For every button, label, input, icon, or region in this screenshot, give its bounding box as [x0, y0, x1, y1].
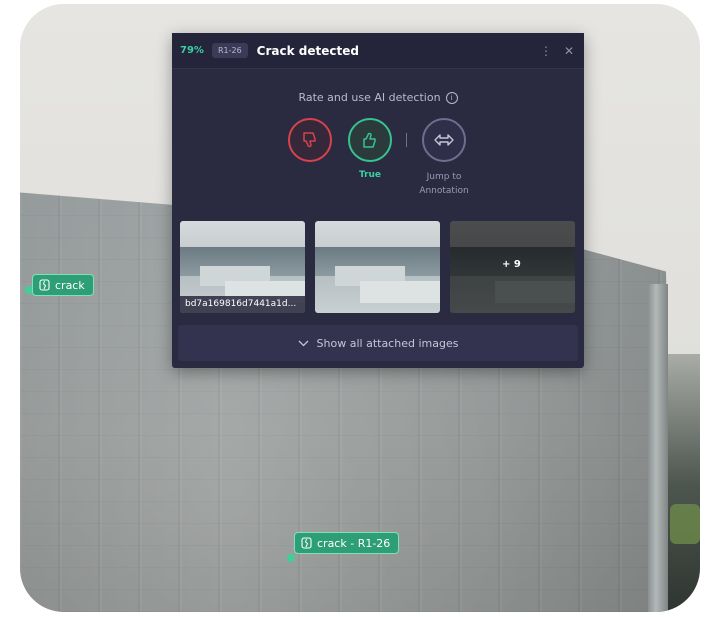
more-images-thumbnail[interactable]: + 9: [450, 221, 575, 313]
mark-true-button[interactable]: [348, 118, 392, 162]
thumbs-up-icon: [363, 132, 376, 148]
chevron-down-icon: [298, 340, 309, 346]
thumbnail-step: [360, 281, 440, 303]
arrows-left-right-icon: [434, 134, 454, 146]
close-icon[interactable]: ✕: [564, 44, 574, 58]
crack-tag-icon: [301, 537, 312, 549]
background-foliage: [670, 504, 700, 544]
show-all-label: Show all attached images: [316, 336, 459, 350]
background-scenery: [668, 354, 700, 612]
thumbs-down-icon: [303, 132, 316, 148]
annotation-tag-label: crack - R1-26: [317, 536, 391, 550]
confidence-score: 79%: [180, 45, 204, 56]
crack-tag-icon: [39, 279, 50, 291]
annotation-tag-crack-r1-26[interactable]: crack - R1-26: [294, 532, 400, 554]
show-all-images-button[interactable]: Show all attached images: [178, 325, 578, 361]
panel-title: Crack detected: [256, 43, 359, 58]
image-thumbnail[interactable]: [315, 221, 440, 313]
jump-label-line1: Jump to: [426, 172, 462, 182]
annotation-tag-label: crack: [55, 278, 85, 292]
true-label: True: [358, 170, 382, 180]
jump-to-annotation-button[interactable]: [422, 118, 466, 162]
rate-prompt: Rate and use AI detection: [298, 91, 441, 104]
attached-images: bd7a169816d7441a1d... + 9: [180, 221, 576, 313]
jump-label: Jump to Annotation: [404, 170, 484, 198]
kebab-menu-icon[interactable]: ⋮: [540, 44, 552, 58]
info-icon[interactable]: i: [445, 91, 458, 104]
more-images-count: + 9: [502, 259, 521, 270]
thumbnail-caption: bd7a169816d7441a1d...: [180, 296, 305, 313]
detection-panel: 79% R1-26 Crack detected ⋮ ✕ Rate and us…: [172, 33, 584, 368]
annotation-pin[interactable]: [287, 554, 295, 562]
panel-header: 79% R1-26 Crack detected ⋮ ✕: [172, 33, 584, 69]
annotation-tag-crack[interactable]: crack: [32, 274, 94, 296]
thumbnail-step: [495, 281, 575, 303]
actions-divider: [406, 133, 407, 147]
wall-pillar: [648, 284, 668, 612]
mark-false-button[interactable]: [288, 118, 332, 162]
image-thumbnail[interactable]: bd7a169816d7441a1d...: [180, 221, 305, 313]
jump-label-line2: Annotation: [419, 186, 469, 196]
rate-prompt-row: Rate and use AI detection i: [172, 91, 584, 104]
rating-actions: True Jump to Annotation: [172, 118, 584, 198]
annotation-id-badge: R1-26: [211, 43, 248, 58]
